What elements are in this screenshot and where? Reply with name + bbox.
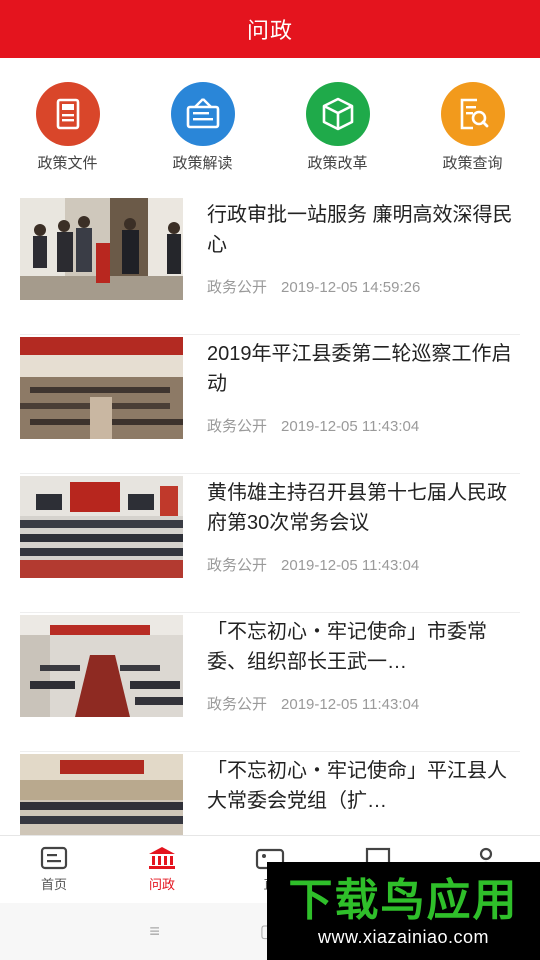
news-title: 「不忘初心・牢记使命」市委常委、组织部长王武一… [207, 621, 487, 673]
watermark: 下载鸟应用 www.xiazainiao.com [267, 862, 540, 960]
news-item[interactable]: 黄伟雄主持召开县第十七届人民政府第30次常务会议 政务公开 2019-12-05 … [0, 474, 540, 613]
tab-label: 问政 [148, 877, 175, 892]
category-label: 政策解读 [172, 155, 233, 172]
news-title: 行政审批一站服务 廉明高效深得民心 [207, 204, 513, 256]
tab-label: 首页 [40, 877, 67, 892]
news-time: 2019-12-05 11:43:04 [281, 557, 420, 574]
menu-icon[interactable]: ≡ [149, 921, 160, 942]
document-icon [35, 82, 100, 146]
header-bar: 问政 [0, 0, 540, 58]
tab-home[interactable]: 首页 [0, 836, 108, 903]
news-meta: 政务公开 2019-12-05 11:43:04 [207, 554, 419, 575]
news-title: 2019年平江县委第二轮巡察工作启动 [207, 343, 512, 395]
category-label: 政策改革 [307, 155, 368, 172]
news-list: 行政审批一站服务 廉明高效深得民心 政务公开 2019-12-05 14:59:2… [0, 196, 540, 891]
cube-icon [305, 82, 370, 146]
news-item[interactable]: 「不忘初心・牢记使命」市委常委、组织部长王武一… 政务公开 2019-12-05 … [0, 613, 540, 752]
news-thumbnail [20, 337, 183, 439]
category-policy-interpretation[interactable]: 政策解读 [135, 82, 270, 174]
page-title: 问政 [246, 18, 293, 43]
news-source: 政务公开 [207, 418, 268, 435]
news-title: 黄伟雄主持召开县第十七届人民政府第30次常务会议 [207, 482, 507, 534]
tab-wenzheng[interactable]: 问政 [108, 836, 216, 903]
category-policy-reform[interactable]: 政策改革 [270, 82, 405, 174]
category-policy-documents[interactable]: 政策文件 [0, 82, 135, 174]
home-doc-icon [40, 846, 68, 870]
news-thumbnail [20, 198, 183, 300]
watermark-url: www.xiazainiao.com [317, 926, 490, 947]
category-label: 政策文件 [37, 155, 98, 172]
news-time: 2019-12-05 11:43:04 [281, 418, 420, 435]
watermark-text: 下载鸟应用 [288, 874, 519, 926]
board-icon [170, 82, 235, 146]
news-meta: 政务公开 2019-12-05 11:43:04 [207, 415, 419, 436]
news-time: 2019-12-05 14:59:26 [281, 279, 421, 296]
news-source: 政务公开 [207, 696, 268, 713]
news-time: 2019-12-05 11:43:04 [281, 696, 420, 713]
category-label: 政策查询 [442, 155, 503, 172]
news-source: 政务公开 [207, 279, 268, 296]
government-building-icon [149, 847, 175, 869]
category-grid: 政策文件 政策解读 政策改革 政策查询 [0, 82, 540, 174]
news-item[interactable]: 2019年平江县委第二轮巡察工作启动 政务公开 2019-12-05 11:43:… [0, 335, 540, 474]
news-meta: 政务公开 2019-12-05 11:43:04 [207, 693, 419, 714]
news-item[interactable]: 行政审批一站服务 廉明高效深得民心 政务公开 2019-12-05 14:59:2… [0, 196, 540, 335]
news-thumbnail [20, 615, 183, 717]
news-thumbnail [20, 476, 183, 578]
search-doc-icon [440, 82, 505, 146]
news-title: 「不忘初心・牢记使命」平江县人大常委会党组（扩… [207, 760, 507, 812]
news-source: 政务公开 [207, 557, 268, 574]
category-policy-query[interactable]: 政策查询 [405, 82, 540, 174]
news-meta: 政务公开 2019-12-05 14:59:26 [207, 276, 420, 297]
